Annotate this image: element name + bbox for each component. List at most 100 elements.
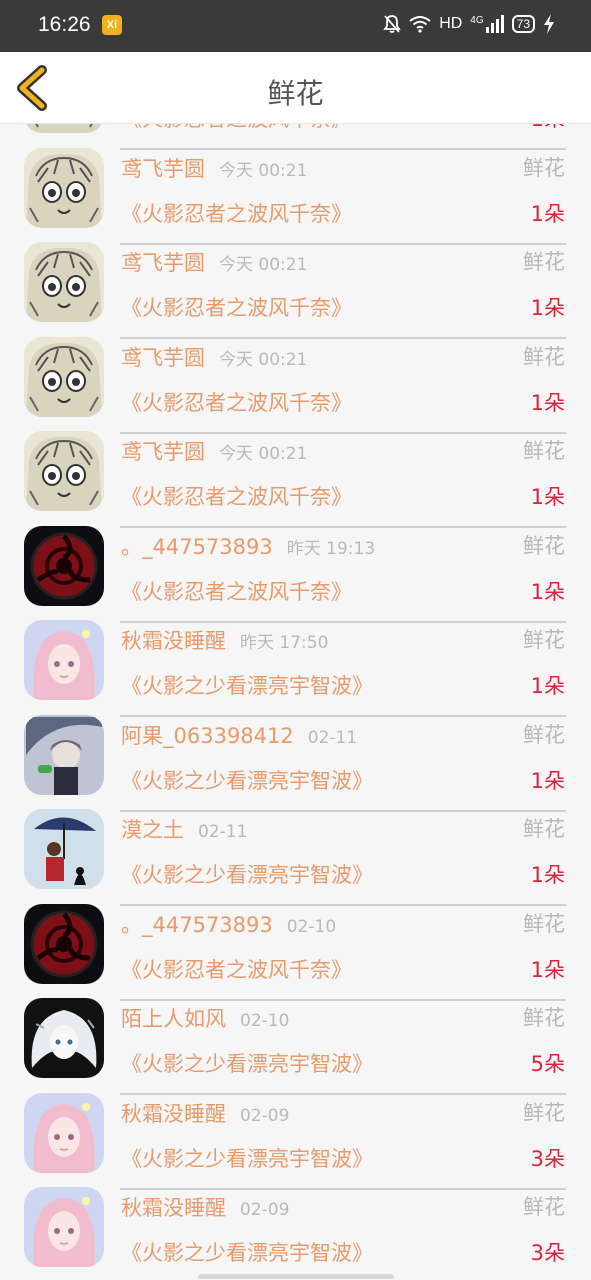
battery-icon: 73 [511,15,535,33]
sender-name-text[interactable]: 漠之土 [121,818,184,842]
sender-name-text[interactable]: 秋霜没睡醒 [121,1196,226,1220]
sender-name-text[interactable]: 。_447573893 [121,913,273,937]
flower-count: 1朵 [530,485,565,509]
sender-name[interactable]: 鸢飞芋圆 今天 00:21 [121,342,307,372]
work-title-link[interactable]: 《火影之少看漂亮宇智波》 [121,1143,373,1173]
sender-name[interactable]: 鸢飞芋圆 今天 00:21 [121,436,307,466]
work-title-link[interactable]: 《火影之少看漂亮宇智波》 [121,765,373,795]
list-item[interactable]: 漠之土 02-11 鲜花 《火影之少看漂亮宇智波》 1朵 [0,797,591,906]
avatar[interactable] [24,242,104,322]
flower-count: 1朵 [531,124,565,133]
sender-name[interactable]: 鸢飞芋圆 今天 00:21 [121,153,307,183]
flower-list[interactable]: 鲜花 《火影忍者之波风千奈》 1朵 鸢飞芋圆今天 00:21 鲜花 《火影忍者之… [0,124,591,1280]
list-item[interactable]: 。_447573893 02-10 鲜花 《火影忍者之波风千奈》 1朵 [0,892,591,1001]
charging-icon [544,14,554,34]
sender-name-text[interactable]: 鸢飞芋圆 [121,157,205,181]
flower-count: 3朵 [530,1146,565,1171]
gift-time: 今天 00:21 [219,160,308,181]
gift-time: 今天 00:21 [219,444,308,464]
avatar[interactable] [24,1092,104,1173]
gift-type-label: 鲜花 [523,1006,565,1030]
status-time: 16:26 [38,13,91,36]
sender-name-text[interactable]: 。_447573893 [121,535,273,559]
sender-name[interactable]: 陌上人如风 02-10 [121,1003,289,1033]
sender-name[interactable]: 秋霜没睡醒 02-09 [121,1098,289,1128]
work-title-link[interactable]: 《火影之少看漂亮宇智波》 [121,670,373,700]
gift-type-label: 鲜花 [523,817,565,841]
bell-off-icon [383,15,401,33]
gift-time: 02-09 [240,1105,290,1126]
list-item[interactable]: 。_447573893 昨天 19:13 鲜花 《火影忍者之波风千奈》 1朵 [0,514,591,623]
gift-time: 昨天 17:50 [240,633,329,653]
status-icons: HD 4G 73 [383,14,555,34]
flower-count: 1朵 [530,674,565,698]
flower-count: 1朵 [530,579,565,604]
avatar[interactable] [24,1187,104,1267]
sender-name-text[interactable]: 秋霜没睡醒 [121,629,226,653]
gift-time: 02-11 [198,822,248,842]
gift-type-label: 鲜花 [523,1100,565,1125]
work-title-link[interactable]: 《火影忍者之波风千奈》 [121,576,352,606]
flower-count: 5朵 [530,1052,565,1076]
list-item[interactable]: 鲜花 《火影忍者之波风千奈》 1朵 [0,124,591,150]
gift-time: 02-11 [307,727,358,748]
gift-time: 昨天 19:13 [286,538,376,559]
avatar[interactable] [24,147,104,228]
gift-time: 02-09 [240,1200,290,1220]
list-item[interactable]: 秋霜没睡醒 02-09 鲜花 《火影之少看漂亮宇智波》 3朵 [0,1175,591,1270]
page-header: 鲜花 [0,52,591,124]
work-title-link[interactable]: 《火影之少看漂亮宇智波》 [121,1237,373,1267]
list-item[interactable]: 阿果_063398412 02-11 鲜花 《火影之少看漂亮宇智波》 1朵 [0,703,591,812]
gift-type-label: 鲜花 [523,439,565,463]
work-title-link[interactable]: 《火影之少看漂亮宇智波》 [121,859,373,889]
list-item[interactable]: 秋霜没睡醒 02-09 鲜花 《火影之少看漂亮宇智波》 3朵 [0,1081,591,1190]
avatar[interactable] [24,903,104,984]
list-item[interactable]: 鸢飞芋圆 今天 00:21 鲜花 《火影忍者之波风千奈》 1朵 [0,230,591,339]
avatar[interactable] [24,998,104,1078]
avatar[interactable] [24,620,104,700]
avatar[interactable] [24,809,104,889]
list-item[interactable]: 鸢飞芋圆 今天 00:21 鲜花 《火影忍者之波风千奈》 1朵 [0,136,591,245]
sender-name[interactable]: 鸢飞芋圆 今天 00:21 [121,247,307,277]
work-title-link[interactable]: 《火影之少看漂亮宇智波》 [121,1048,373,1078]
sender-name[interactable]: 。_447573893 昨天 19:13 [121,531,375,561]
list-item[interactable]: 鸢飞芋圆 今天 00:21 鲜花 《火影忍者之波风千奈》 1朵 [0,419,591,528]
gift-type-label: 鲜花 [523,344,565,369]
flower-count: 1朵 [530,863,565,887]
list-item[interactable]: 秋霜没睡醒 昨天 17:50 鲜花 《火影之少看漂亮宇智波》 1朵 [0,608,591,717]
gift-type-label: 鲜花 [523,911,565,936]
gift-type-label: 鲜花 [523,628,565,652]
list-item[interactable]: 陌上人如风 02-10 鲜花 《火影之少看漂亮宇智波》 5朵 [0,986,591,1095]
sender-name-text[interactable]: 陌上人如风 [121,1007,226,1031]
work-title-link[interactable]: 《火影忍者之波风千奈》 [121,198,352,228]
avatar[interactable] [24,431,104,511]
work-title-link[interactable]: 《火影忍者之波风千奈》 [121,124,352,133]
home-indicator[interactable] [198,1274,394,1279]
sender-name-text[interactable]: 鸢飞芋圆 [121,440,205,464]
wifi-icon [409,16,431,33]
sender-name[interactable]: 秋霜没睡醒 昨天 17:50 [121,625,328,655]
avatar[interactable] [24,525,104,606]
work-title-link[interactable]: 《火影忍者之波风千奈》 [121,387,352,417]
flower-count: 1朵 [530,296,565,320]
gift-type-label: 鲜花 [523,1195,565,1219]
avatar[interactable] [24,714,104,795]
work-title-link[interactable]: 《火影忍者之波风千奈》 [121,954,352,984]
gift-time: 02-10 [286,916,337,937]
sender-name[interactable]: 秋霜没睡醒 02-09 [121,1192,289,1222]
avatar[interactable] [24,124,104,133]
work-title-link[interactable]: 《火影忍者之波风千奈》 [121,481,352,511]
sender-name-text[interactable]: 秋霜没睡醒 [121,1102,226,1126]
app-notification-icon: Xi [102,15,122,35]
avatar[interactable] [24,336,104,417]
sender-name-text[interactable]: 阿果_063398412 [121,724,294,748]
sender-name[interactable]: 阿果_063398412 02-11 [121,720,357,750]
sender-name-text[interactable]: 鸢飞芋圆 [121,251,205,275]
list-item[interactable]: 鸢飞芋圆 今天 00:21 鲜花 《火影忍者之波风千奈》 1朵 [0,325,591,434]
page-title: 鲜花 [267,77,324,110]
signal-label: 4G [470,15,484,26]
sender-name[interactable]: 。_447573893 02-10 [121,909,336,939]
sender-name[interactable]: 漠之土 02-11 [121,814,247,844]
work-title-link[interactable]: 《火影忍者之波风千奈》 [121,292,352,322]
sender-name-text[interactable]: 鸢飞芋圆 [121,346,205,370]
